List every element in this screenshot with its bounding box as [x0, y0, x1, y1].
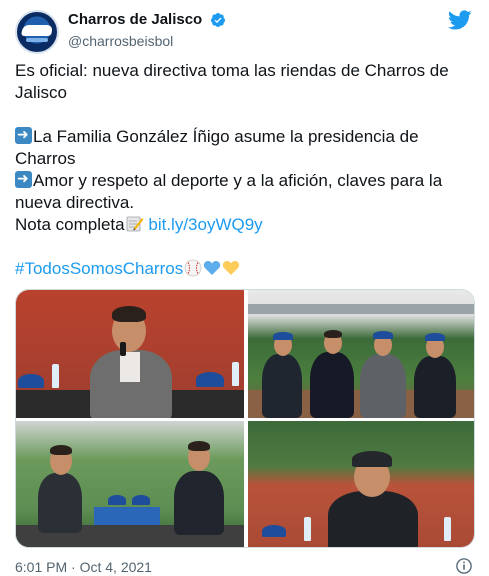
charros-logo-icon [21, 25, 53, 36]
blue-cap [18, 374, 44, 388]
hashtag-link[interactable]: #TodosSomosCharros [15, 259, 183, 278]
timestamp[interactable]: 6:01 PM · Oct 4, 2021 [15, 559, 152, 575]
blue-cap [132, 495, 150, 505]
logo-underline [26, 38, 48, 42]
water-bottle [304, 517, 311, 541]
water-bottle [444, 517, 451, 541]
tweet-text: Es oficial: nueva directiva toma las rie… [15, 60, 475, 280]
photo-3[interactable] [16, 421, 244, 547]
twitter-bird-icon[interactable] [448, 8, 472, 32]
person-cap [425, 333, 445, 341]
nota-line: Nota completa bit.ly/3oyWQ9y [15, 214, 475, 236]
tweet-headline: Es oficial: nueva directiva toma las rie… [15, 61, 449, 102]
person-hair [50, 445, 72, 455]
hashtag-line: #TodosSomosCharros [15, 258, 475, 280]
nota-label: Nota completa [15, 215, 125, 234]
right-arrow-emoji-icon [15, 124, 32, 146]
press-table [94, 507, 160, 525]
display-name[interactable]: Charros de Jalisco [68, 11, 202, 28]
person-cap [273, 332, 293, 340]
person-hair [324, 330, 342, 338]
bullet-2-text: Amor y respeto al deporte y a la afición… [15, 171, 443, 212]
blue-cap [108, 495, 126, 505]
tweet-card: Charros de Jalisco @charrosbeisbol Es of… [0, 0, 489, 576]
article-link[interactable]: bit.ly/3oyWQ9y [148, 215, 262, 234]
water-bottle [52, 364, 59, 388]
person-suit [414, 356, 456, 418]
water-bottle [232, 362, 239, 386]
person-suit [360, 354, 406, 418]
blue-cap [196, 372, 224, 387]
blue-cap [262, 525, 286, 537]
photo-2[interactable] [248, 290, 474, 418]
author-block: Charros de Jalisco @charrosbeisbol [68, 11, 226, 49]
bullet-line-1: La Familia González Íñigo asume la presi… [15, 124, 475, 170]
person-suit [174, 471, 224, 535]
bullet-1-text: La Familia González Íñigo asume la presi… [15, 127, 419, 168]
person-cap [352, 451, 392, 467]
person-suit [328, 491, 418, 547]
right-arrow-emoji-icon [15, 168, 32, 190]
baseball-icon [184, 259, 202, 277]
avatar[interactable] [15, 10, 59, 54]
microphone-icon [120, 342, 126, 356]
person-hair [112, 306, 146, 322]
photo-1[interactable] [16, 290, 244, 418]
blue-heart-icon [204, 261, 221, 275]
person-hair [188, 441, 210, 451]
verified-badge-icon [210, 12, 225, 27]
stadium-stands [248, 304, 474, 314]
bullet-line-2: Amor y respeto al deporte y a la afición… [15, 168, 475, 214]
info-icon[interactable] [455, 557, 473, 575]
person-shirt [120, 352, 140, 382]
person-suit [38, 473, 82, 533]
handle[interactable]: @charrosbeisbol [68, 33, 226, 49]
person-suit [310, 352, 354, 418]
photo-grid [15, 289, 475, 548]
person-cap [373, 331, 393, 339]
memo-icon [126, 216, 144, 232]
photo-4[interactable] [248, 421, 474, 547]
person-suit [262, 354, 302, 418]
yellow-heart-icon [223, 261, 240, 275]
